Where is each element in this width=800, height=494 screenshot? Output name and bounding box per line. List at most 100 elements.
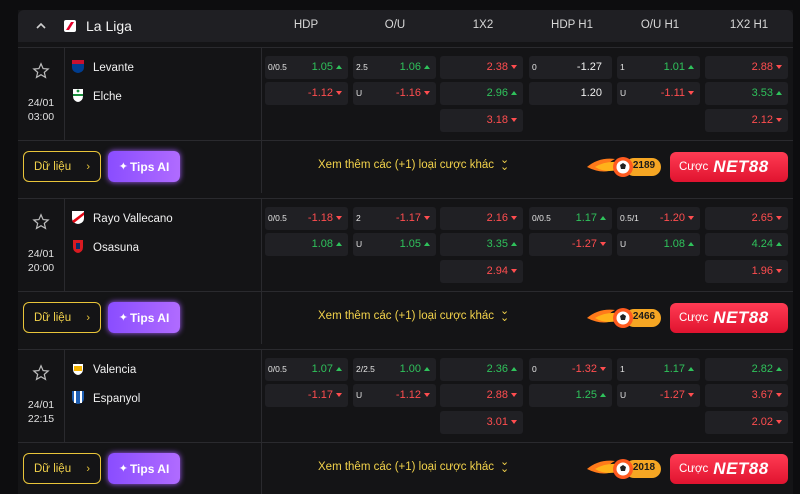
arrow-up-icon xyxy=(688,242,694,246)
odds-cell-ou[interactable]: 2.5 1.06 xyxy=(353,56,436,79)
star-icon[interactable] xyxy=(32,364,50,382)
team-logo-icon xyxy=(70,209,93,230)
double-chevron-down-icon[interactable]: ⌄ ⌄ xyxy=(500,457,509,475)
odds-cell-x12[interactable]: 3.01 xyxy=(440,411,523,434)
arrow-down-icon xyxy=(776,216,782,220)
arrow-up-icon xyxy=(336,65,342,69)
data-button[interactable]: Dữ liệu › xyxy=(23,453,101,484)
odds-cell-ouh1[interactable]: 0.5/1 -1.20 xyxy=(617,207,700,230)
tips-ai-button[interactable]: ✦ Tips AI xyxy=(108,151,180,182)
team-away[interactable]: Elche xyxy=(70,87,122,107)
odds-number: 3.67 xyxy=(751,389,773,401)
odds-cell-x12h1[interactable]: 4.24 xyxy=(705,233,788,256)
handicap-label: 0/0.5 xyxy=(268,62,287,72)
odds-cell-x12[interactable]: 3.35 xyxy=(440,233,523,256)
handicap-label: 0.5/1 xyxy=(620,213,639,223)
star-icon[interactable] xyxy=(32,213,50,231)
odds-cell-ouh1[interactable]: U -1.11 xyxy=(617,82,700,105)
odds-cell-ou[interactable]: U -1.12 xyxy=(353,384,436,407)
handicap-label: 1 xyxy=(620,364,625,374)
odds-cell-x12[interactable]: 2.38 xyxy=(440,56,523,79)
odds-value: 4.24 xyxy=(752,238,782,250)
odds-cell-hdph1[interactable]: 0/0.5 1.17 xyxy=(529,207,612,230)
odds-number: -1.27 xyxy=(571,238,597,250)
more-bets-link[interactable]: Xem thêm các (+1) loại cược khác xyxy=(318,461,494,473)
odds-cell-x12h1[interactable]: 1.96 xyxy=(705,260,788,283)
team-home[interactable]: Rayo Vallecano xyxy=(70,209,173,229)
odds-cell-ouh1[interactable]: U 1.08 xyxy=(617,233,700,256)
odds-number: 3.35 xyxy=(486,238,508,250)
odds-cell-x12[interactable]: 2.96 xyxy=(440,82,523,105)
chevron-right-icon: › xyxy=(86,161,90,173)
odds-cell-x12h1[interactable]: 3.67 xyxy=(705,384,788,407)
bet-net88-button[interactable]: Cược NET88 xyxy=(670,303,788,333)
odds-number: 3.53 xyxy=(751,87,773,99)
odds-cell-ouh1[interactable]: 1 1.01 xyxy=(617,56,700,79)
odds-cell-hdph1[interactable]: -1.27 xyxy=(529,233,612,256)
odds-cell-x12h1[interactable]: 2.82 xyxy=(705,358,788,381)
odds-value: 2.16 xyxy=(487,212,517,224)
odds-number: -1.17 xyxy=(307,389,333,401)
odds-number: -1.20 xyxy=(659,212,685,224)
handicap-label: 0/0.5 xyxy=(268,364,287,374)
col-head-ou: O/U xyxy=(384,19,406,31)
net88-logo: NET88 xyxy=(713,459,769,478)
double-chevron-down-icon[interactable]: ⌄ ⌄ xyxy=(500,306,509,324)
arrow-down-icon xyxy=(688,393,694,397)
odds-cell-hdp[interactable]: 1.08 xyxy=(265,233,348,256)
odds-cell-hdph1[interactable]: 1.20 xyxy=(529,82,612,105)
odds-cell-x12[interactable]: 3.18 xyxy=(440,109,523,132)
double-chevron-down-icon[interactable]: ⌄ ⌄ xyxy=(500,155,509,173)
odds-cell-hdph1[interactable]: 0 -1.32 xyxy=(529,358,612,381)
odds-value: -1.11 xyxy=(661,87,694,99)
odds-cell-x12[interactable]: 2.94 xyxy=(440,260,523,283)
odds-cell-hdph1[interactable]: 1.25 xyxy=(529,384,612,407)
bet-net88-button[interactable]: Cược NET88 xyxy=(670,454,788,484)
team-home[interactable]: Levante xyxy=(70,58,134,78)
odds-cell-hdp[interactable]: 0/0.5 -1.18 xyxy=(265,207,348,230)
odds-cell-x12h1[interactable]: 2.65 xyxy=(705,207,788,230)
team-away[interactable]: Espanyol xyxy=(70,389,140,409)
odds-cell-x12h1[interactable]: 2.12 xyxy=(705,109,788,132)
odds-number: 2.96 xyxy=(486,87,508,99)
sparkle-icon: ✦ xyxy=(118,312,128,324)
more-bets-link[interactable]: Xem thêm các (+1) loại cược khác xyxy=(318,159,494,171)
odds-cell-ou[interactable]: U -1.16 xyxy=(353,82,436,105)
odds-cell-ouh1[interactable]: 1 1.17 xyxy=(617,358,700,381)
odds-cell-hdp[interactable]: 0/0.5 1.05 xyxy=(265,56,348,79)
odds-cell-x12h1[interactable]: 2.88 xyxy=(705,56,788,79)
arrow-down-icon xyxy=(511,65,517,69)
divider xyxy=(64,199,65,291)
odds-value: 1.17 xyxy=(664,363,694,375)
odds-cell-x12[interactable]: 2.16 xyxy=(440,207,523,230)
arrow-up-icon xyxy=(776,367,782,371)
odds-cell-hdp[interactable]: 0/0.5 1.07 xyxy=(265,358,348,381)
odds-cell-hdp[interactable]: -1.12 xyxy=(265,82,348,105)
odds-cell-ou[interactable]: 2 -1.17 xyxy=(353,207,436,230)
tips-ai-button[interactable]: ✦ Tips AI xyxy=(108,453,180,484)
odds-cell-x12h1[interactable]: 2.02 xyxy=(705,411,788,434)
data-button[interactable]: Dữ liệu › xyxy=(23,151,101,182)
odds-cell-ou[interactable]: 2/2.5 1.00 xyxy=(353,358,436,381)
odds-cell-ouh1[interactable]: U -1.27 xyxy=(617,384,700,407)
league-panel: La Liga HDP O/U 1X2 HDP H1 O/U H1 1X2 H1… xyxy=(18,10,793,494)
odds-value: -1.27 xyxy=(660,389,694,401)
odds-cell-x12h1[interactable]: 3.53 xyxy=(705,82,788,105)
odds-cell-x12[interactable]: 2.36 xyxy=(440,358,523,381)
league-header[interactable]: La Liga HDP O/U 1X2 HDP H1 O/U H1 1X2 H1 xyxy=(18,10,793,42)
odds-cell-ou[interactable]: U 1.05 xyxy=(353,233,436,256)
team-away[interactable]: Osasuna xyxy=(70,238,139,258)
odds-cell-x12[interactable]: 2.88 xyxy=(440,384,523,407)
odds-cell-hdp[interactable]: -1.17 xyxy=(265,384,348,407)
team-home[interactable]: Valencia xyxy=(70,360,136,380)
star-icon[interactable] xyxy=(32,62,50,80)
data-button[interactable]: Dữ liệu › xyxy=(23,302,101,333)
chevron-up-icon[interactable] xyxy=(34,19,48,33)
match-date: 24/01 22:15 xyxy=(24,398,58,426)
col-head-1x2-h1: 1X2 H1 xyxy=(729,19,769,31)
arrow-down-icon xyxy=(600,367,606,371)
more-bets-link[interactable]: Xem thêm các (+1) loại cược khác xyxy=(318,310,494,322)
bet-net88-button[interactable]: Cược NET88 xyxy=(670,152,788,182)
odds-cell-hdph1[interactable]: 0 -1.27 xyxy=(529,56,612,79)
tips-ai-button[interactable]: ✦ Tips AI xyxy=(108,302,180,333)
